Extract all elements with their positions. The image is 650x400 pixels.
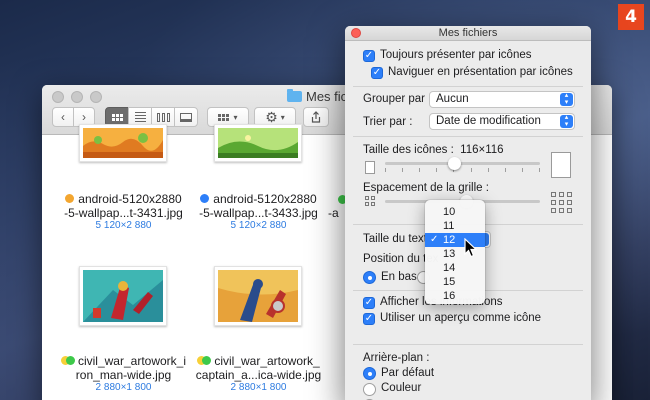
separator [353, 136, 583, 137]
small-icon-preview [365, 161, 375, 174]
captain-america-artwork-image [218, 270, 298, 322]
file-dimensions: 2 880×1 800 [95, 382, 152, 393]
updown-arrows-icon: ▴▾ [560, 92, 573, 106]
text-size-option-16[interactable]: 16 [425, 289, 485, 303]
gear-icon: ⚙ [265, 108, 278, 125]
text-size-option-11[interactable]: 11 [425, 219, 485, 233]
file-thumbnail[interactable] [214, 124, 302, 162]
icon-size-slider-track[interactable] [385, 162, 540, 165]
file-thumbnail[interactable] [79, 266, 167, 326]
browse-icons-checkbox[interactable]: ✓ [371, 67, 383, 79]
yellow-green-tag-dots [197, 356, 212, 365]
icon-size-label: Taille des icônes : 116×116 [363, 144, 504, 156]
file-name[interactable]: android-5120x2880 -5-wallpap...t-3431.jpg [56, 192, 191, 220]
list-view-icon [134, 112, 146, 122]
icon-size-slider-knob[interactable] [448, 157, 461, 170]
file-dimensions: 5 120×2 880 [95, 220, 152, 231]
bg-default-label: Par défaut [381, 367, 435, 379]
browse-icons-label: Naviguer en présentation par icônes [388, 66, 573, 78]
panel-title: Mes fichiers [438, 27, 498, 39]
background-label: Arrière-plan : [363, 352, 430, 364]
iron-man-artwork-image [83, 270, 163, 322]
chevron-right-icon: › [82, 110, 86, 124]
show-info-checkbox[interactable]: ✓ [363, 297, 375, 309]
large-icon-preview [551, 152, 571, 178]
arrange-grid-icon [218, 113, 230, 121]
icon-view-icon [111, 113, 123, 121]
position-bottom-label: En bas [381, 271, 417, 283]
gallery-view-icon [180, 112, 192, 122]
sort-by-select[interactable]: Date de modification ▴ ▾ [429, 113, 575, 130]
use-preview-checkbox[interactable]: ✓ [363, 313, 375, 325]
text-size-option-15[interactable]: 15 [425, 275, 485, 289]
checkmark-icon: ✓ [364, 50, 374, 61]
use-preview-label: Utiliser un aperçu comme icône [380, 312, 542, 324]
file-dimensions: 5 120×2 880 [230, 220, 287, 231]
checkmark-icon: ✓ [372, 67, 382, 78]
back-button[interactable]: ‹ [52, 107, 74, 127]
file-name[interactable]: civil_war_artowork_i ron_man-wide.jpg [56, 354, 191, 382]
updown-arrows-icon: ▴▾ [560, 114, 573, 128]
text-size-option-14[interactable]: 14 [425, 261, 485, 275]
minimize-window-button[interactable] [71, 91, 83, 103]
chevron-down-icon: ▾ [280, 112, 285, 122]
always-icons-label: Toujours présenter par icônes [380, 49, 532, 61]
file-name[interactable]: android-5120x2880 -5-wallpap...t-3433.jpg [191, 192, 326, 220]
file-name[interactable]: civil_war_artowork_ captain_a...ica-wide.… [191, 354, 326, 382]
large-grid-icon [551, 192, 572, 213]
panel-titlebar: Mes fichiers [345, 26, 591, 41]
wallpaper-image-green [218, 128, 298, 158]
share-button[interactable] [303, 107, 329, 127]
chevron-down-icon: ▾ [233, 112, 238, 122]
text-size-option-10[interactable]: 10 [425, 205, 485, 219]
mouse-pointer-icon [464, 238, 478, 258]
always-icons-checkbox[interactable]: ✓ [363, 50, 375, 62]
step-number-badge: 4 [618, 4, 644, 30]
file-dimensions: 2 880×1 800 [230, 382, 287, 393]
orange-tag-dot [65, 194, 75, 203]
yellow-green-tag-dots [60, 356, 75, 365]
chevron-left-icon: ‹ [61, 110, 65, 124]
bg-color-label: Couleur [381, 382, 422, 394]
checkmark-icon: ✓ [364, 297, 374, 308]
file-thumbnail[interactable] [214, 266, 302, 326]
checkmark-icon: ✓ [364, 313, 374, 324]
group-by-label: Grouper par : [363, 93, 432, 105]
grid-spacing-label: Espacement de la grille : [363, 182, 489, 194]
wallpaper-image-orange [83, 128, 163, 158]
zoom-window-button[interactable] [90, 91, 102, 103]
folder-icon [287, 89, 302, 102]
checkmark-icon: ✓ [430, 234, 439, 245]
bg-color-radio[interactable] [363, 383, 376, 396]
gallery-view-button[interactable] [174, 107, 198, 127]
position-bottom-radio[interactable] [363, 271, 376, 284]
separator [353, 86, 583, 87]
icon-size-ticks [385, 168, 540, 172]
bg-default-radio[interactable] [363, 367, 376, 380]
column-view-icon [156, 112, 170, 122]
close-window-button[interactable] [52, 91, 64, 103]
text-size-label: Taille du texte [363, 233, 434, 245]
separator [353, 344, 583, 345]
group-by-select[interactable]: Aucun ▴ ▾ [429, 91, 575, 108]
file-thumbnail[interactable] [79, 124, 167, 162]
sort-by-label: Trier par : [363, 116, 413, 128]
small-grid-icon [365, 196, 375, 206]
share-icon [311, 111, 321, 123]
blue-tag-dot [200, 194, 210, 203]
